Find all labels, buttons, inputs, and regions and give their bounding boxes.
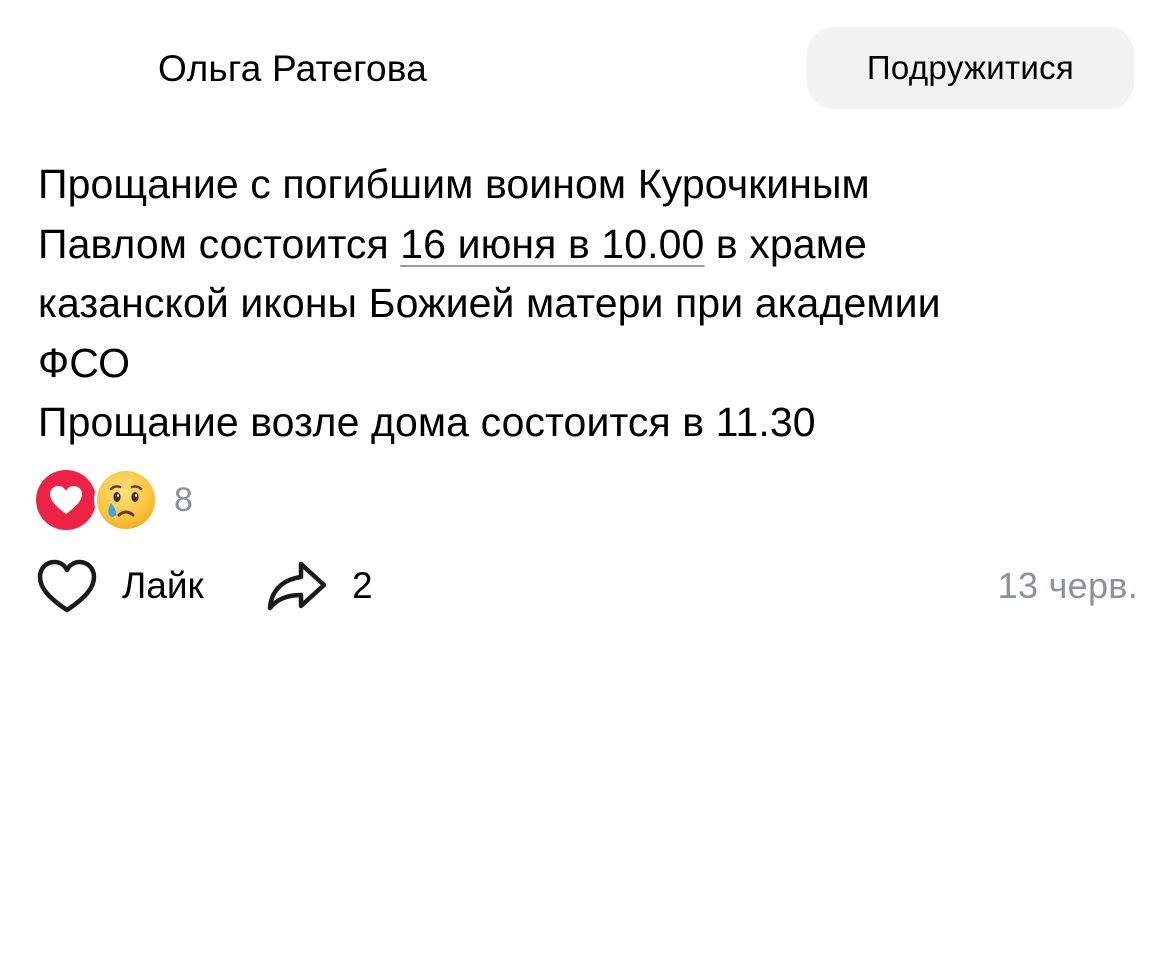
post-header: Ольга Ратегова Подружитися — [0, 0, 1170, 140]
add-friend-button[interactable]: Подружитися — [807, 27, 1134, 109]
like-button[interactable]: Лайк — [36, 558, 204, 614]
crying-face-reaction-icon — [94, 468, 158, 532]
share-arrow-icon — [267, 561, 327, 611]
post-text-line: Павлом состоится 16 июня в 10.00 в храме — [38, 215, 1138, 275]
post-text-fragment: Павлом состоится — [38, 220, 401, 267]
post-text-line: ФСО — [38, 339, 131, 386]
post-text-line: Прощание с погибшим воином Курочкиным — [38, 161, 870, 207]
heart-reaction-icon — [36, 470, 96, 530]
post-text-fragment: в храме — [704, 220, 867, 267]
post-date: 13 черв. — [997, 565, 1138, 606]
like-label: Лайк — [122, 565, 204, 606]
post-text: Прощание с погибшим воином Курочкиным Па… — [38, 155, 1138, 453]
post-text-line: Прощание возле дома состоится в 11.30 — [38, 399, 816, 445]
share-button[interactable]: 2 — [266, 558, 373, 614]
post-text-line: казанской иконы Божией матери при академ… — [38, 280, 941, 326]
share-count: 2 — [352, 565, 373, 606]
author-name[interactable]: Ольга Ратегова — [158, 46, 427, 92]
post-actions: Лайк 2 13 черв. — [0, 550, 1170, 620]
reaction-count: 8 — [174, 481, 193, 519]
heart-outline-icon — [37, 559, 97, 613]
date-link[interactable]: 16 июня в 10.00 — [400, 221, 704, 267]
